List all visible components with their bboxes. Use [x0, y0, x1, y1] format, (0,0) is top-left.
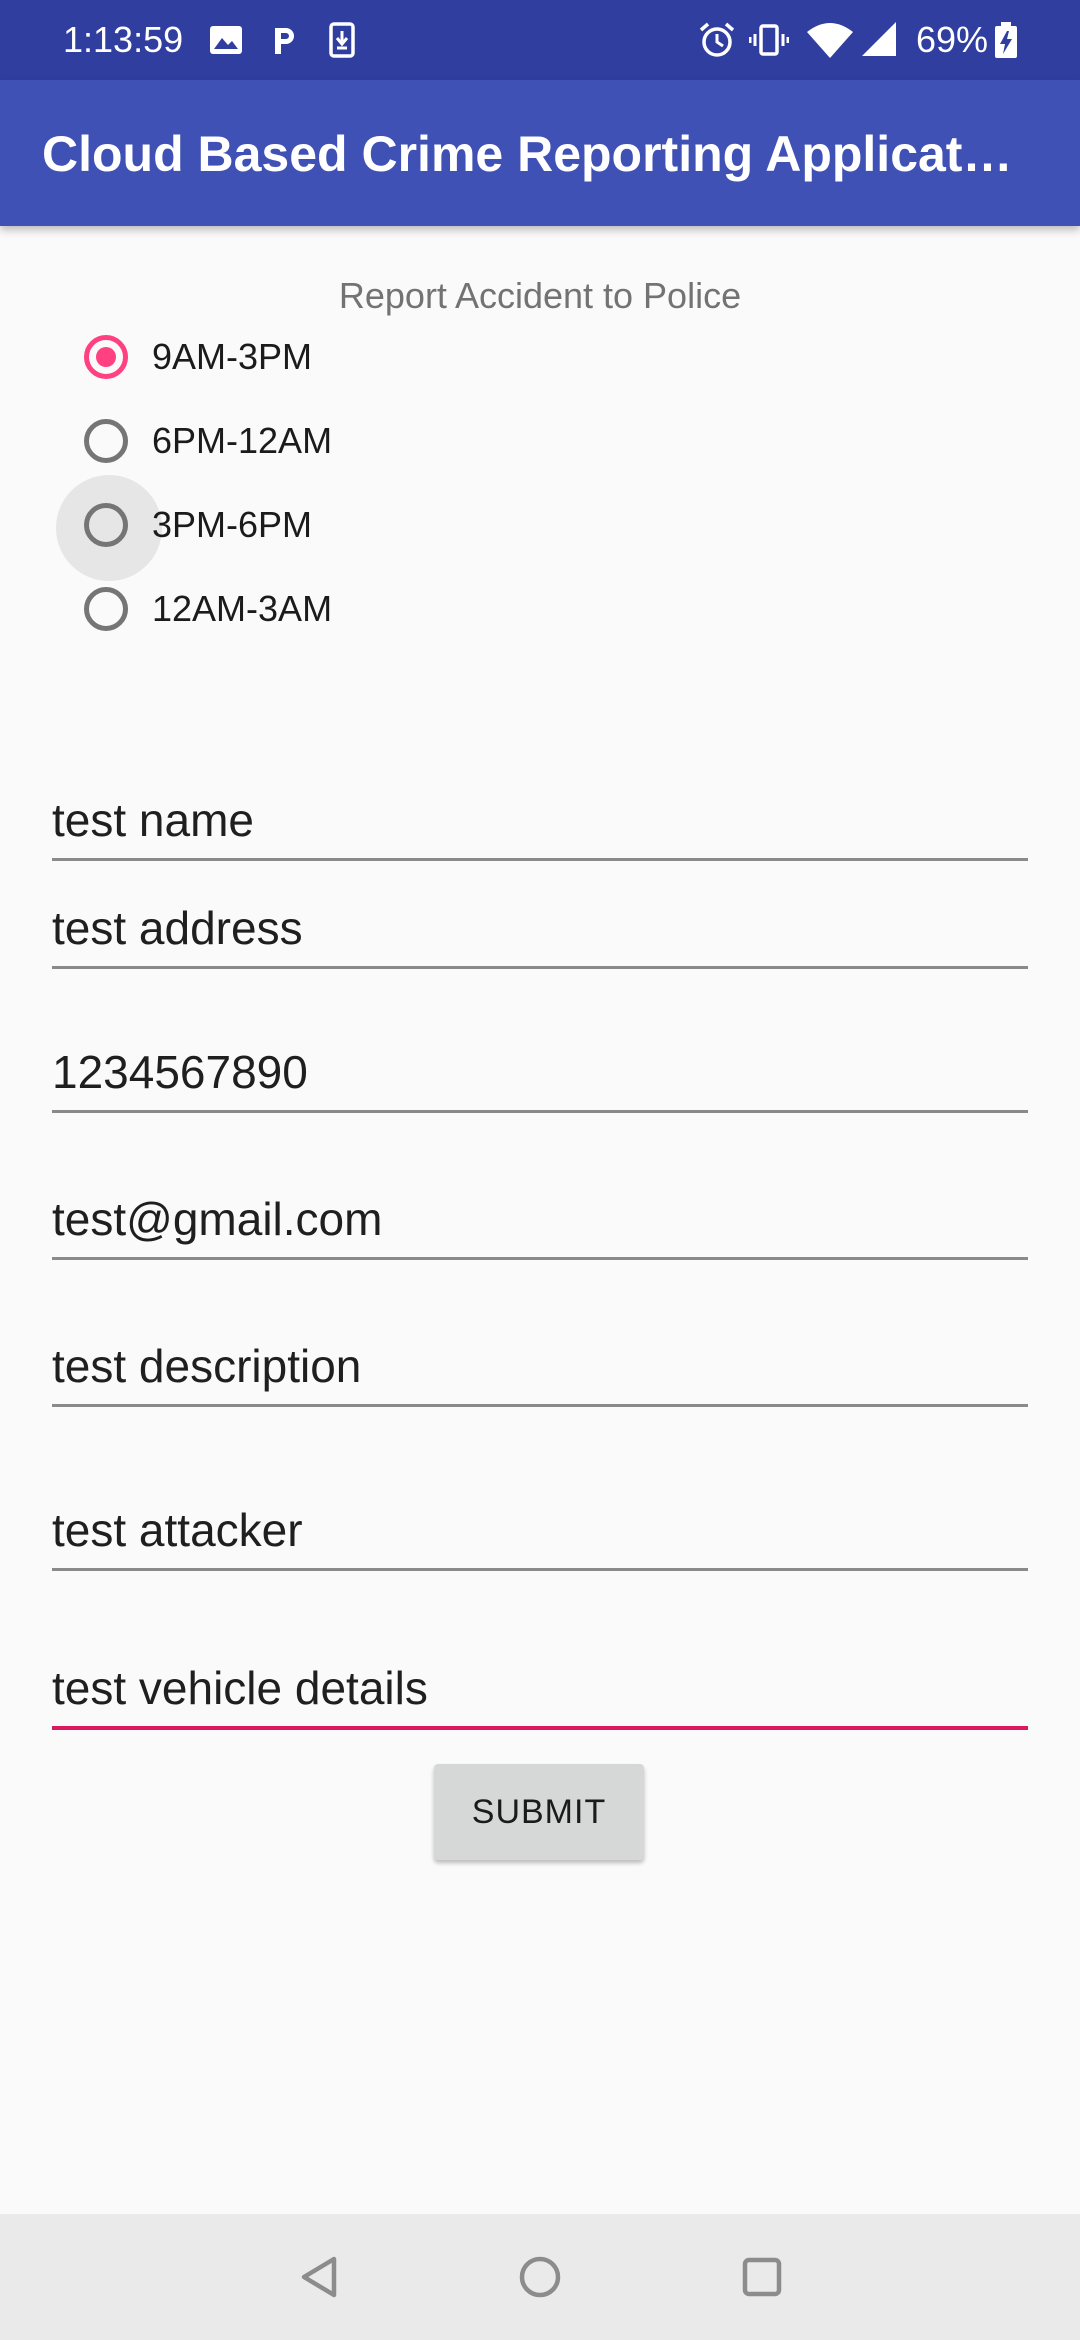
email-underline [52, 1257, 1028, 1260]
description-underline [52, 1404, 1028, 1407]
radio-unchecked-icon[interactable] [84, 419, 128, 463]
address-input[interactable] [52, 890, 1028, 966]
app-title: Cloud Based Crime Reporting Application [42, 126, 1022, 182]
address-underline [52, 966, 1028, 969]
attacker-input[interactable] [52, 1492, 1028, 1568]
radio-unchecked-icon[interactable] [84, 587, 128, 631]
email-input[interactable] [52, 1181, 1028, 1257]
image-icon [206, 20, 246, 60]
phone-field [52, 1034, 1028, 1114]
radio-option-9am-3pm[interactable]: 9AM-3PM [56, 318, 616, 402]
parking-icon [264, 20, 304, 60]
attacker-field [52, 1492, 1028, 1572]
recents-icon[interactable] [732, 2247, 792, 2307]
radio-option-3pm-6pm[interactable]: 3PM-6PM [56, 475, 616, 581]
phone-underline [52, 1110, 1028, 1113]
radio-label: 6PM-12AM [152, 420, 333, 461]
name-input[interactable] [52, 782, 1028, 858]
submit-button[interactable]: SUBMIT [434, 1764, 644, 1860]
name-field [52, 782, 1028, 862]
radio-dot [96, 347, 116, 367]
vibrate-icon [748, 20, 790, 60]
phone-input[interactable] [52, 1034, 1028, 1110]
alarm-icon [697, 20, 737, 60]
attacker-underline [52, 1568, 1028, 1571]
navigation-bar [0, 2214, 1080, 2340]
status-bar: 1:13:59 69% [0, 0, 1080, 80]
radio-label: 3PM-6PM [152, 504, 313, 545]
battery-percent: 69% [916, 19, 989, 60]
status-time: 1:13:59 [63, 19, 184, 60]
app-bar: Cloud Based Crime Reporting Application [0, 80, 1080, 226]
signal-icon [860, 20, 900, 60]
vehicle-details-underline [52, 1726, 1028, 1730]
radio-checked-icon[interactable] [84, 335, 128, 379]
report-heading: Report Accident to Police [338, 275, 742, 316]
vehicle-details-input[interactable] [52, 1650, 1028, 1726]
description-input[interactable] [52, 1328, 1028, 1404]
radio-option-6pm-12am[interactable]: 6PM-12AM [56, 402, 616, 486]
name-underline [52, 858, 1028, 861]
back-icon[interactable] [290, 2247, 350, 2307]
radio-label: 9AM-3PM [152, 336, 313, 377]
vehicle-details-field [52, 1650, 1028, 1730]
home-icon[interactable] [510, 2247, 570, 2307]
radio-option-12am-3am[interactable]: 12AM-3AM [56, 570, 616, 654]
wifi-icon [805, 20, 855, 60]
description-field [52, 1328, 1028, 1408]
radio-unchecked-icon[interactable] [84, 503, 128, 547]
email-field [52, 1181, 1028, 1261]
battery-charging-icon [992, 20, 1020, 60]
radio-label: 12AM-3AM [152, 588, 333, 629]
download-icon [322, 20, 362, 60]
address-field [52, 890, 1028, 970]
